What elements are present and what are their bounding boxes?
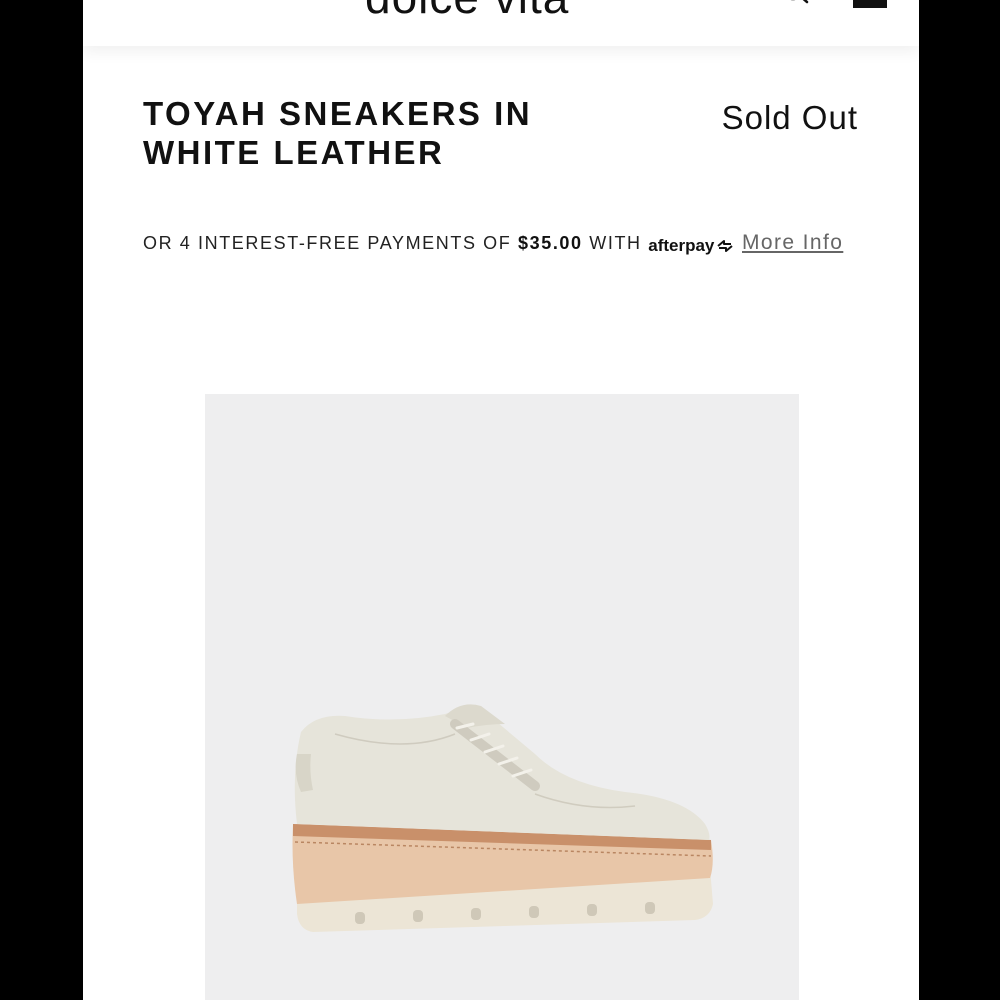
search-button[interactable]	[783, 0, 813, 12]
afterpay-logo: afterpay	[648, 229, 735, 262]
product-title-block: TOYAH SNEAKERS IN WHITE LEATHER	[143, 94, 623, 172]
site-header: dolce vita	[83, 0, 919, 46]
product-page: dolce vita TOYAH SNEAKERS IN WHITE LEATH…	[83, 0, 919, 1000]
shopping-bag-icon[interactable]	[853, 0, 887, 8]
afterpay-arrows-icon	[717, 240, 734, 252]
search-icon	[790, 0, 809, 4]
more-info-link[interactable]: More Info	[742, 231, 843, 254]
afterpay-message: OR 4 INTEREST-FREE PAYMENTS OF $35.00 WI…	[143, 226, 863, 262]
afterpay-logo-text: afterpay	[648, 236, 715, 255]
afterpay-amount: $35.00	[517, 233, 583, 253]
stock-status: Sold Out	[721, 99, 858, 136]
sneaker-upper	[294, 709, 710, 840]
product-title: TOYAH SNEAKERS IN WHITE LEATHER	[143, 95, 533, 171]
afterpay-prefix: OR 4 INTEREST-FREE PAYMENTS OF	[143, 233, 512, 253]
product-image[interactable]	[205, 394, 799, 1000]
afterpay-with: WITH	[589, 233, 642, 253]
brand-logo[interactable]: dolce vita	[365, 0, 569, 24]
sneaker-product-image	[292, 704, 713, 932]
